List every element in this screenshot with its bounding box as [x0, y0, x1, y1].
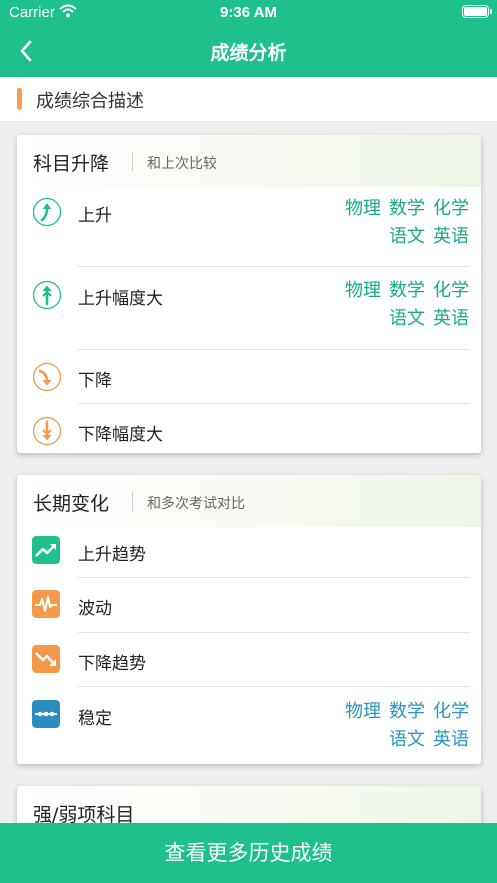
arrow-down-circle-icon [32, 362, 62, 392]
page-title: 成绩分析 [210, 42, 287, 64]
divider [132, 151, 133, 171]
list-item-down-trend[interactable]: 下降趋势 [17, 633, 481, 687]
double-arrow-up-circle-icon [32, 280, 62, 310]
list-item-stable[interactable]: 稳定 物理 数学 化学 语文 英语 [17, 687, 481, 764]
subject-list: 物理 数学 化学 语文 英语 [319, 698, 469, 754]
subject-tag[interactable]: 物理 [345, 280, 381, 301]
trend-up-icon [32, 536, 60, 564]
row-label: 下降 [78, 371, 112, 391]
subject-tag[interactable]: 化学 [433, 198, 469, 219]
subject-change-card: 科目升降 和上次比较 上升 物理 数学 化学 语文 英语 上升幅度大 物理 数学 化学 语… [17, 135, 481, 453]
list-item-fall[interactable]: 下降 [17, 350, 481, 404]
list-item-big-fall[interactable]: 下降幅度大 [17, 404, 481, 453]
subject-tag[interactable]: 数学 [389, 701, 425, 722]
row-label: 上升趋势 [78, 545, 146, 565]
fluctuation-icon [32, 590, 60, 618]
card-subtitle: 和多次考试对比 [147, 496, 245, 512]
subject-tag[interactable]: 语文 [389, 729, 425, 750]
subject-tag[interactable]: 数学 [389, 280, 425, 301]
card-title: 长期变化 [33, 493, 110, 515]
row-label: 上升幅度大 [78, 289, 163, 309]
row-label: 上升 [78, 206, 112, 226]
list-item-up-trend[interactable]: 上升趋势 [17, 527, 481, 578]
subject-tag[interactable]: 语文 [389, 226, 425, 247]
row-label: 波动 [78, 599, 112, 619]
subject-tag[interactable]: 数学 [389, 198, 425, 219]
section-accent-bar [17, 88, 22, 110]
subject-tag[interactable]: 英语 [433, 729, 469, 750]
top-bar: Carrier 9:36 AM 成绩分析 [0, 0, 497, 77]
section-header: 成绩综合描述 [0, 77, 497, 122]
subject-tag[interactable]: 化学 [433, 701, 469, 722]
row-label: 下降趋势 [78, 654, 146, 674]
status-bar: Carrier 9:36 AM [0, 0, 497, 26]
double-arrow-down-circle-icon [32, 416, 62, 446]
arrow-up-circle-icon [32, 197, 62, 227]
stable-icon [32, 700, 60, 728]
card-title: 科目升降 [33, 153, 110, 175]
subject-tag[interactable]: 英语 [433, 226, 469, 247]
card-subtitle: 和上次比较 [147, 156, 217, 172]
row-label: 下降幅度大 [78, 425, 163, 445]
subject-tag[interactable]: 语文 [389, 308, 425, 329]
card-header: 科目升降 和上次比较 [17, 135, 481, 187]
subject-tag[interactable]: 物理 [345, 701, 381, 722]
subject-list: 物理 数学 化学 语文 英语 [319, 195, 469, 251]
subject-tag[interactable]: 物理 [345, 198, 381, 219]
subject-tag[interactable]: 英语 [433, 308, 469, 329]
subject-list: 物理 数学 化学 语文 英语 [319, 277, 469, 333]
long-term-change-card: 长期变化 和多次考试对比 上升趋势 波动 下降趋势 稳定 物理 数学 化学 语文… [17, 475, 481, 764]
list-item-fluctuation[interactable]: 波动 [17, 578, 481, 633]
row-label: 稳定 [78, 709, 112, 729]
card-header: 长期变化 和多次考试对比 [17, 475, 481, 527]
list-item-rise[interactable]: 上升 物理 数学 化学 语文 英语 [17, 187, 481, 267]
trend-down-icon [32, 645, 60, 673]
view-more-history-button[interactable]: 查看更多历史成绩 [0, 823, 497, 883]
list-item-big-rise[interactable]: 上升幅度大 物理 数学 化学 语文 英语 [17, 267, 481, 350]
section-title: 成绩综合描述 [36, 91, 144, 112]
subject-tag[interactable]: 化学 [433, 280, 469, 301]
divider [132, 491, 133, 511]
battery-icon [462, 5, 492, 18]
status-time: 9:36 AM [220, 4, 277, 21]
